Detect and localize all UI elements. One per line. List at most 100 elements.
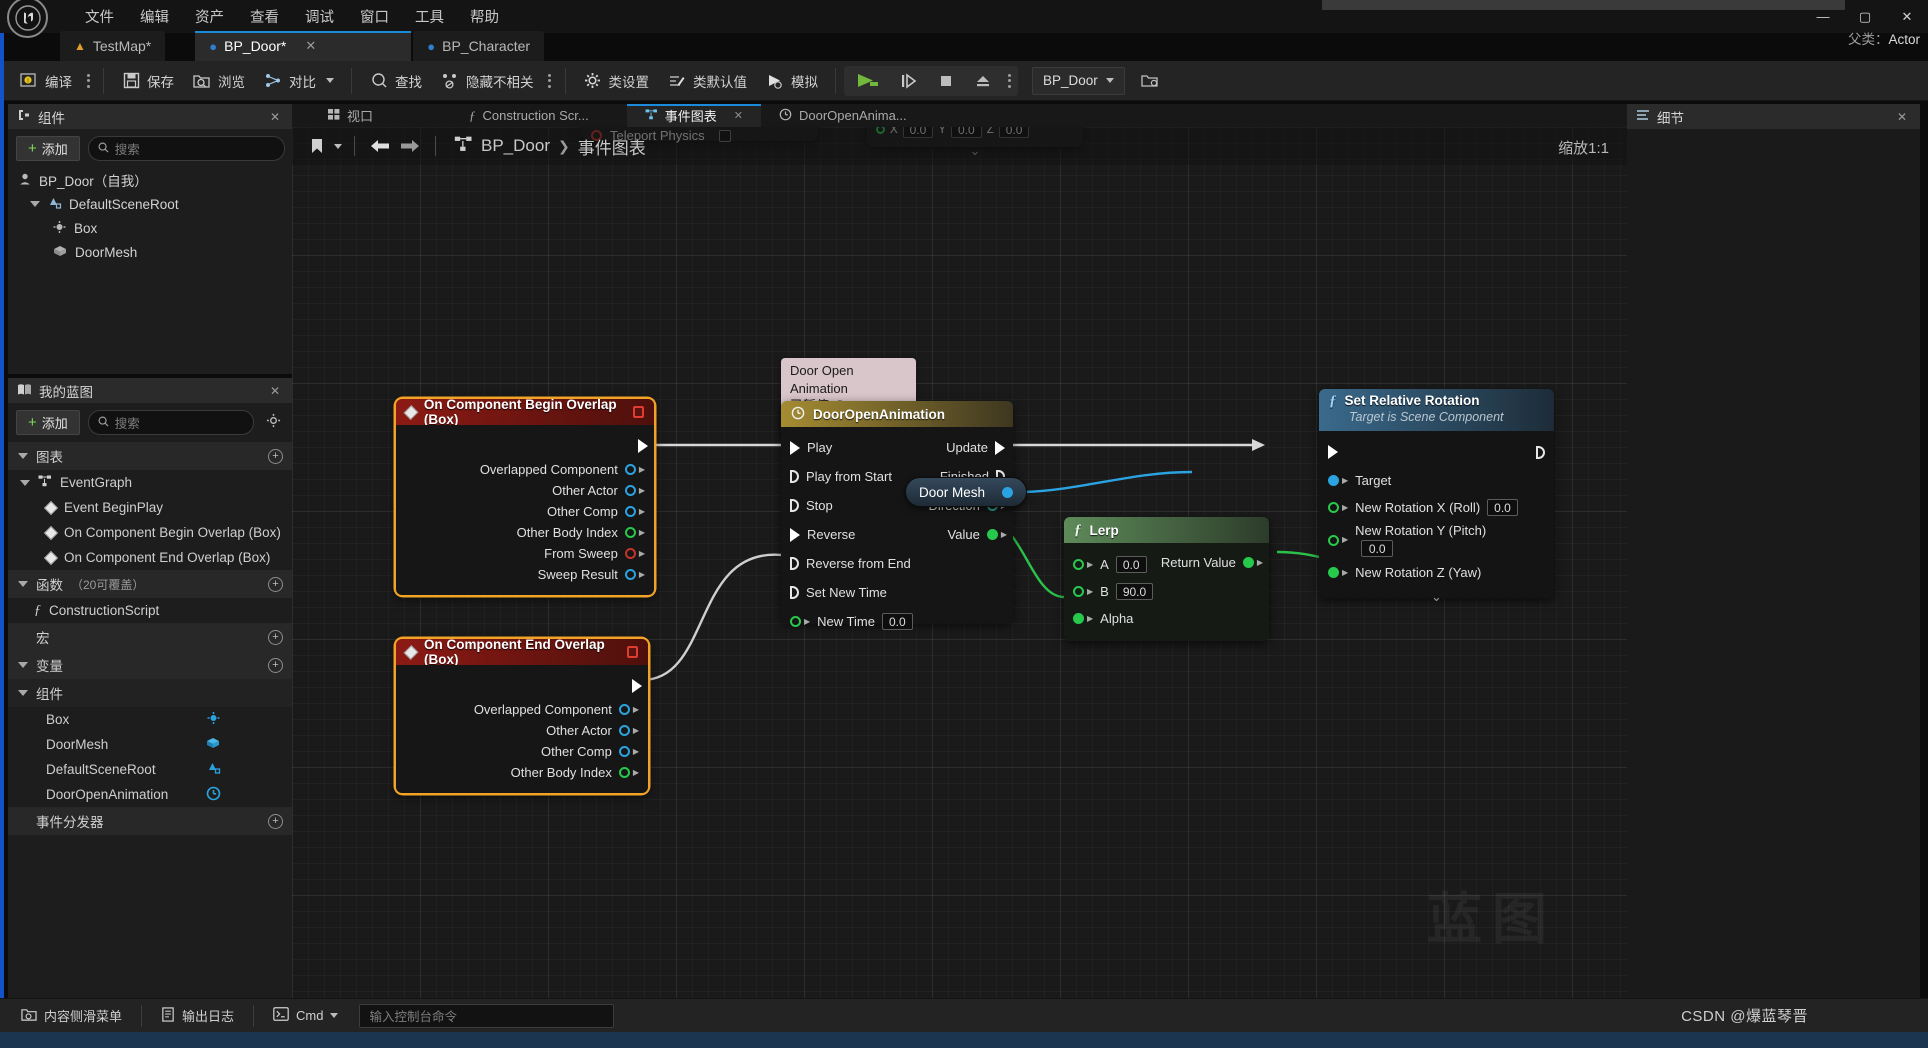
my-blueprint-search-input[interactable]: 搜索 — [87, 410, 254, 435]
pin-new-time[interactable]: ▶ New Time 0.0 — [781, 607, 1013, 636]
step-icon[interactable] — [890, 72, 928, 89]
pin-object-icon[interactable] — [1328, 475, 1339, 486]
pin-other-body-index[interactable]: Other Body Index ▶ — [396, 762, 648, 783]
pin-exec-out[interactable] — [396, 673, 648, 699]
chevron-down-icon[interactable] — [20, 479, 30, 486]
pin-sweep-result[interactable]: Sweep Result ▶ — [396, 564, 654, 585]
add-function-icon[interactable]: + — [268, 576, 283, 592]
components-search-input[interactable]: 搜索 — [87, 136, 285, 161]
pin-bool-icon[interactable] — [624, 548, 636, 559]
my-blueprint-var-doormesh[interactable]: DoorMesh — [8, 732, 293, 757]
console-command-input[interactable]: 输入控制台命令 — [359, 1003, 615, 1028]
pin-float-icon[interactable] — [1073, 586, 1084, 597]
new-time-value[interactable]: 0.0 — [881, 613, 913, 630]
output-log-button[interactable]: 输出日志 — [150, 1003, 245, 1029]
compile-options-icon[interactable] — [81, 73, 95, 88]
event-graph-canvas[interactable]: Teleport Physics X 0.0 Y 0.0 Z 0.0 ⌄ — [292, 127, 1627, 1010]
asset-tab-bp-door[interactable]: ● BP_Door* ✕ — [195, 31, 412, 61]
section-components[interactable]: 组件 — [8, 679, 293, 707]
pin-other-comp[interactable]: Other Comp ▶ — [396, 741, 648, 762]
node-timeline-dooropenanimation[interactable]: DoorOpenAnimation Play Play from Start S… — [781, 401, 1013, 630]
eject-icon[interactable] — [964, 73, 1002, 89]
chevron-down-icon[interactable] — [326, 78, 334, 83]
settings-icon[interactable] — [262, 413, 285, 433]
node-variable-door-mesh[interactable]: Door Mesh — [905, 477, 1027, 507]
pin-float-icon[interactable] — [790, 616, 801, 627]
more-icon[interactable] — [1002, 73, 1016, 88]
simulate-button[interactable]: 模拟 — [756, 66, 827, 96]
event-breakpoint-icon[interactable] — [633, 406, 644, 418]
pin-exec-row[interactable] — [1319, 437, 1554, 467]
bookmark-icon[interactable] — [304, 133, 330, 159]
pin-new-rotation-z[interactable]: ▶ New Rotation Z (Yaw) — [1319, 559, 1554, 586]
pin-other-comp[interactable]: Other Comp ▶ — [396, 501, 654, 522]
content-drawer-button[interactable]: 内容侧滑菜单 — [10, 1003, 133, 1029]
component-row-defaultsceneroot[interactable]: DefaultSceneRoot — [8, 192, 293, 216]
section-event-dispatchers[interactable]: 事件分发器 + — [8, 807, 293, 835]
node-lerp[interactable]: ƒ Lerp ▶ A 0.0 ▶ B 90.0 ▶ Alpha Return V… — [1064, 517, 1269, 641]
exec-pin-icon[interactable] — [995, 440, 1005, 455]
component-row-box[interactable]: Box — [8, 216, 293, 240]
class-settings-button[interactable]: 类设置 — [574, 66, 659, 96]
pin-object-icon[interactable] — [624, 506, 636, 517]
my-blueprint-var-dooropenanimation[interactable]: DoorOpenAnimation — [8, 782, 293, 807]
my-blueprint-panel-header[interactable]: 我的蓝图 ✕ — [8, 378, 293, 403]
add-macro-icon[interactable]: + — [268, 629, 283, 645]
graph-tab-event-graph[interactable]: 事件图表 ✕ — [626, 104, 762, 127]
debug-target-selector[interactable]: BP_Door — [1032, 66, 1125, 95]
rotation-x-value[interactable]: 0.0 — [1487, 499, 1518, 516]
graph-tab-dooropenanimation[interactable]: DoorOpenAnima... — [761, 104, 925, 127]
browse-button[interactable]: 浏览 — [183, 66, 254, 96]
chevron-down-icon[interactable] — [30, 201, 40, 207]
pin-int-icon[interactable] — [624, 527, 636, 538]
component-row-doormesh[interactable]: DoorMesh — [8, 240, 293, 264]
chevron-down-icon[interactable] — [18, 690, 28, 696]
chevron-down-icon[interactable] — [18, 662, 28, 668]
section-macros[interactable]: 宏 + — [8, 623, 293, 651]
pin-int-icon[interactable] — [618, 767, 630, 778]
hide-unrelated-options-icon[interactable] — [543, 73, 557, 88]
exec-pin-icon[interactable] — [790, 586, 799, 599]
event-breakpoint-icon[interactable] — [626, 646, 639, 658]
pin-new-rotation-x[interactable]: ▶ New Rotation X (Roll) 0.0 — [1319, 494, 1554, 521]
asset-tab-bp-character[interactable]: ● BP_Character — [413, 31, 545, 61]
exec-pin-in-icon[interactable] — [1328, 445, 1338, 459]
my-blueprint-row-constructionscript[interactable]: ƒ ConstructionScript — [8, 598, 293, 623]
pin-float-icon[interactable] — [1073, 559, 1084, 570]
window-drag-strip[interactable] — [1322, 0, 1845, 10]
back-button[interactable] — [367, 133, 393, 159]
exec-pin-out-icon[interactable] — [1536, 445, 1545, 459]
pin-new-rotation-y[interactable]: ▶ New Rotation Y (Pitch) 0.0 — [1319, 521, 1554, 559]
exec-pin-icon[interactable] — [790, 499, 799, 512]
pin-set-new-time[interactable]: Set New Time — [781, 578, 1013, 607]
pin-float-icon[interactable] — [986, 529, 998, 540]
node-on-component-end-overlap[interactable]: On Component End Overlap (Box) Overlappe… — [396, 637, 648, 793]
expand-node-icon[interactable]: ⌄ — [1319, 586, 1554, 605]
pin-overlapped-component[interactable]: Overlapped Component ▶ — [396, 459, 654, 480]
my-blueprint-var-defaultsceneroot[interactable]: DefaultSceneRoot — [8, 757, 293, 782]
my-blueprint-var-box[interactable]: Box — [8, 707, 293, 732]
close-icon[interactable]: ✕ — [266, 384, 284, 398]
add-graph-icon[interactable]: + — [268, 448, 283, 464]
my-blueprint-row-event-beginplay[interactable]: Event BeginPlay — [8, 495, 293, 520]
add-component-button[interactable]: + 添加 — [16, 136, 80, 161]
pin-float-icon[interactable] — [1328, 502, 1339, 513]
pin-other-body-index[interactable]: Other Body Index ▶ — [396, 522, 654, 543]
pin-target[interactable]: ▶ Target — [1319, 467, 1554, 494]
chevron-down-icon[interactable] — [330, 1013, 339, 1018]
section-graphs[interactable]: 图表 + — [8, 442, 293, 470]
add-variable-icon[interactable]: + — [268, 657, 283, 673]
chevron-down-icon[interactable] — [334, 143, 342, 149]
pin-lerp-alpha[interactable]: ▶ Alpha — [1064, 605, 1269, 632]
add-event-dispatcher-icon[interactable]: + — [268, 813, 283, 829]
components-panel-header[interactable]: 组件 ✕ — [8, 104, 293, 129]
exec-pin-icon[interactable] — [632, 679, 642, 693]
lerp-b-value[interactable]: 90.0 — [1115, 583, 1154, 600]
my-blueprint-row-on-end-overlap[interactable]: On Component End Overlap (Box) — [8, 545, 293, 570]
pin-struct-icon[interactable] — [624, 569, 636, 580]
add-blueprint-item-button[interactable]: + 添加 — [16, 410, 80, 435]
cmd-selector[interactable]: Cmd — [262, 1003, 349, 1029]
play-icon[interactable] — [846, 72, 890, 89]
pin-reverse-from-end[interactable]: Reverse from End — [781, 549, 1013, 578]
pin-object-icon[interactable] — [618, 704, 630, 715]
